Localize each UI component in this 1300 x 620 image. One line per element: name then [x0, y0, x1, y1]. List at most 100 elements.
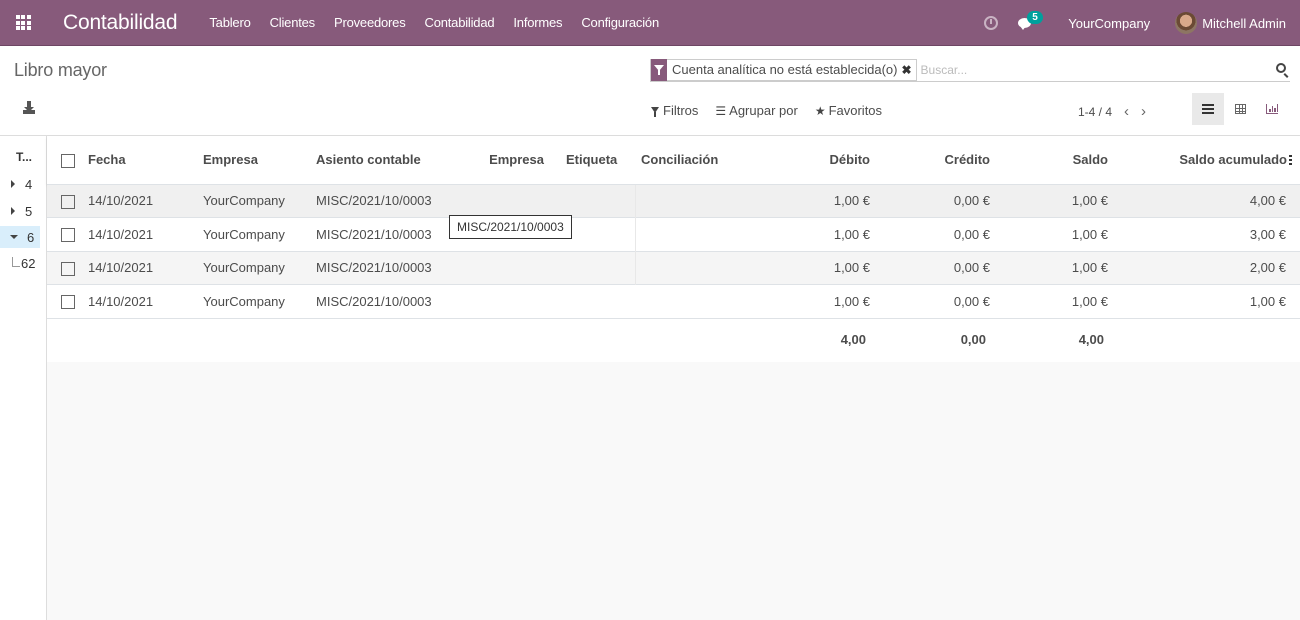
- cell-saldo-acumulado: 4,00 €: [1132, 183, 1300, 218]
- select-all-checkbox[interactable]: [61, 153, 75, 168]
- user-menu[interactable]: Mitchell Admin: [1202, 16, 1286, 31]
- cell-credito: 0,00 €: [882, 217, 1012, 251]
- col-empresa-2[interactable]: Empresa: [465, 136, 550, 184]
- cell-empresa: YourCompany: [197, 250, 310, 285]
- cell-credito: 0,00 €: [882, 284, 1012, 318]
- cell-credito: 0,00 €: [882, 250, 1012, 285]
- optional-columns-icon[interactable]: [1289, 155, 1292, 167]
- menu-proveedores[interactable]: Proveedores: [334, 15, 406, 30]
- table-row[interactable]: 14/10/2021 YourCompany MISC/2021/10/0003…: [47, 250, 1300, 285]
- graph-view-button[interactable]: [1256, 93, 1288, 125]
- cell-empresa-2: [465, 250, 550, 285]
- search-panel: T... 4 5 6 62: [0, 136, 47, 620]
- menu-contabilidad[interactable]: Contabilidad: [425, 15, 495, 30]
- cell-asiento: MISC/2021/10/0003: [310, 250, 465, 285]
- list-view: Fecha Empresa Asiento contable Empresa E…: [47, 136, 1300, 360]
- search-panel-subitem[interactable]: 62: [12, 256, 35, 271]
- company-switcher[interactable]: YourCompany: [1068, 16, 1150, 31]
- cell-saldo-acumulado: 3,00 €: [1132, 217, 1300, 251]
- cell-empresa: YourCompany: [197, 284, 310, 318]
- totals-row: 4,00 0,00 4,00: [47, 317, 1300, 360]
- pager-value[interactable]: 1-4 / 4: [1078, 105, 1112, 119]
- download-icon[interactable]: [22, 100, 38, 116]
- search-icon[interactable]: [1276, 63, 1286, 73]
- caret-right-icon[interactable]: [11, 207, 15, 215]
- search-panel-item[interactable]: 4: [0, 173, 40, 195]
- col-empresa[interactable]: Empresa: [197, 136, 310, 184]
- bars-icon: ☰: [715, 103, 727, 118]
- pivot-view-button[interactable]: [1224, 93, 1256, 125]
- star-icon: ★: [814, 103, 826, 118]
- cell-empresa-2: [465, 284, 550, 318]
- list-icon: [1202, 104, 1214, 114]
- list-view-button[interactable]: [1192, 93, 1224, 125]
- pager-previous-icon[interactable]: ‹: [1124, 103, 1129, 120]
- breadcrumb: Libro mayor: [14, 60, 107, 80]
- remove-facet-icon[interactable]: ✖: [901, 63, 915, 77]
- col-etiqueta[interactable]: Etiqueta: [550, 136, 635, 184]
- groupby-label: Agrupar por: [729, 103, 798, 118]
- search-panel-item-label: 4: [25, 176, 33, 192]
- cell-asiento: MISC/2021/10/0003: [310, 217, 465, 251]
- filter-icon: [651, 58, 667, 81]
- filters-button[interactable]: Filtros: [651, 103, 698, 118]
- user-avatar[interactable]: [1175, 12, 1198, 34]
- cell-saldo: 1,00 €: [1012, 217, 1132, 251]
- caret-right-icon[interactable]: [11, 180, 15, 188]
- table-row[interactable]: 14/10/2021 YourCompany MISC/2021/10/0003…: [47, 183, 1300, 218]
- cell-fecha: 14/10/2021: [82, 284, 197, 318]
- caret-down-icon[interactable]: [10, 235, 18, 239]
- cell-fecha: 14/10/2021: [82, 183, 197, 218]
- cell-debito: 1,00 €: [710, 217, 882, 251]
- groupby-button[interactable]: ☰ Agrupar por: [715, 103, 797, 118]
- search-panel-item-label: 5: [25, 203, 33, 219]
- cell-conciliacion: [635, 284, 710, 318]
- search-panel-item[interactable]: 5: [0, 200, 40, 222]
- cell-saldo-acumulado: 2,00 €: [1132, 250, 1300, 285]
- tooltip: MISC/2021/10/0003: [449, 215, 572, 239]
- apps-menu-icon[interactable]: [0, 0, 46, 46]
- table-row[interactable]: 14/10/2021 YourCompany MISC/2021/10/0003…: [47, 217, 1300, 251]
- menu-configuracion[interactable]: Configuración: [581, 15, 659, 30]
- table-row[interactable]: 14/10/2021 YourCompany MISC/2021/10/0003…: [47, 284, 1300, 318]
- table-icon: [1234, 104, 1246, 114]
- menu-clientes[interactable]: Clientes: [270, 15, 316, 30]
- col-saldo-acumulado[interactable]: Saldo acumulado: [1132, 136, 1300, 184]
- cell-debito: 1,00 €: [710, 250, 882, 285]
- row-checkbox[interactable]: [61, 295, 75, 310]
- search-input[interactable]: [920, 62, 1290, 77]
- favorites-button[interactable]: ★ Favoritos: [815, 103, 882, 118]
- cell-etiqueta: [550, 183, 635, 218]
- tree-line: [12, 257, 20, 267]
- col-asiento[interactable]: Asiento contable: [310, 136, 465, 184]
- messaging-button[interactable]: 5: [1018, 11, 1043, 31]
- total-credito: 0,00: [882, 317, 1012, 360]
- activity-clock-icon[interactable]: [984, 16, 999, 30]
- row-checkbox[interactable]: [61, 228, 75, 243]
- top-navbar: Contabilidad Tablero Clientes Proveedore…: [0, 0, 1300, 46]
- col-credito[interactable]: Crédito: [882, 136, 1012, 184]
- search-panel-item-active[interactable]: 6: [0, 226, 40, 248]
- cell-saldo: 1,00 €: [1012, 183, 1132, 218]
- col-debito[interactable]: Débito: [710, 136, 882, 184]
- filters-label: Filtros: [663, 103, 699, 118]
- col-fecha[interactable]: Fecha: [82, 136, 197, 184]
- app-title[interactable]: Contabilidad: [63, 11, 178, 35]
- col-saldo-acumulado-label: Saldo acumulado: [1179, 152, 1287, 168]
- search-bar: Cuenta analítica no está establecida(o) …: [650, 58, 1290, 82]
- col-conciliacion[interactable]: Conciliación: [635, 136, 718, 184]
- menu-tablero[interactable]: Tablero: [209, 15, 250, 30]
- cell-debito: 1,00 €: [710, 183, 882, 218]
- bar-chart-icon: [1266, 104, 1278, 114]
- search-facet: Cuenta analítica no está establecida(o) …: [650, 58, 917, 81]
- cell-etiqueta: [550, 250, 635, 285]
- pager-next-icon[interactable]: ›: [1141, 103, 1146, 120]
- row-checkbox[interactable]: [61, 194, 75, 209]
- cell-empresa-2: [465, 183, 550, 218]
- pager: 1-4 / 4 ‹ ›: [1078, 103, 1146, 120]
- main-menu: Tablero Clientes Proveedores Contabilida…: [209, 15, 678, 30]
- menu-informes[interactable]: Informes: [513, 15, 562, 30]
- row-checkbox[interactable]: [61, 261, 75, 276]
- col-saldo[interactable]: Saldo: [1012, 136, 1132, 184]
- select-all-cell: [47, 136, 82, 184]
